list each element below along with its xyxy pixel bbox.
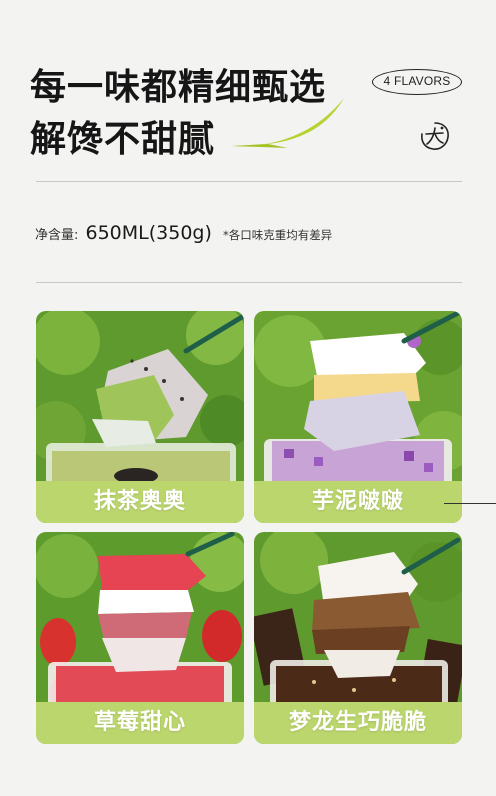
side-rule [444, 503, 496, 504]
green-swoosh-icon [232, 98, 344, 148]
flavor-name: 草莓甜心 [93, 710, 186, 735]
middle-divider [36, 282, 462, 283]
top-divider [36, 181, 462, 182]
flavor-name: 抹茶奥奥 [93, 489, 186, 514]
net-content-note: *各口味克重均有差异 [222, 228, 333, 242]
flavor-name: 梦龙生巧脆脆 [288, 710, 427, 735]
flavor-card-strawberry[interactable]: 草莓甜心 [36, 532, 244, 744]
big-stamp-icon [421, 122, 449, 150]
net-content-value: 650ML(350g) [85, 222, 212, 244]
flavor-card-chocolate-crunch[interactable]: 梦龙生巧脆脆 [254, 532, 462, 744]
flavors-badge: 4 FLAVORS [372, 69, 462, 95]
flavor-card-matcha-oreo[interactable]: 抹茶奥奥 [36, 311, 244, 523]
flavor-name: 芋泥啵啵 [311, 489, 404, 514]
flavor-card-taro-boba[interactable]: 芋泥啵啵 [254, 311, 462, 523]
net-content-row: 净含量: 650ML(350g) *各口味克重均有差异 [35, 222, 332, 244]
net-content-label: 净含量: [35, 228, 79, 243]
